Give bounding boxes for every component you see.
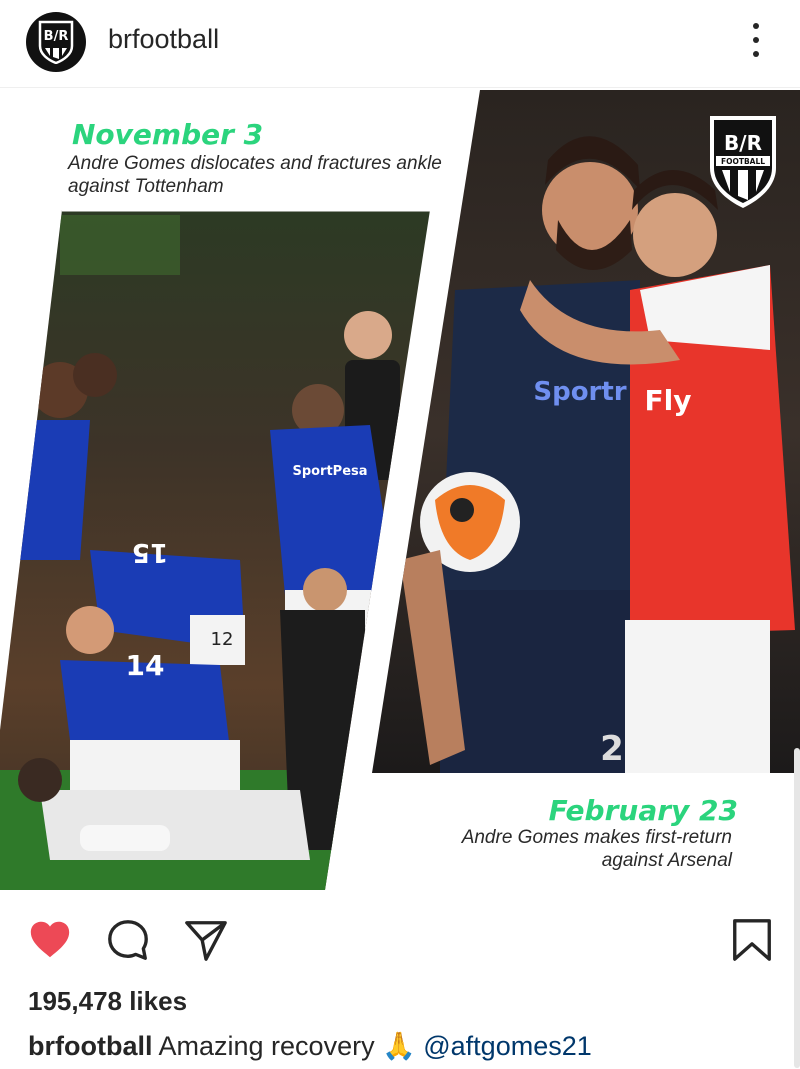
- svg-text:14: 14: [126, 649, 165, 682]
- more-dot: [753, 51, 759, 57]
- svg-text:2: 2: [600, 729, 624, 769]
- svg-text:B/R: B/R: [724, 131, 762, 155]
- post-graphic: SportPesa 15 12 14 Sportr 2 Fly B/R FOOT…: [0, 90, 800, 890]
- right-panel-date: February 23: [548, 794, 738, 827]
- right-panel-caption: Andre Gomes makes first-return against A…: [461, 827, 732, 871]
- svg-text:SportPesa: SportPesa: [292, 464, 367, 479]
- injury-photo: SportPesa 15 12 14: [0, 210, 430, 890]
- post-header: B/R brfootball: [0, 0, 800, 88]
- more-dot: [753, 37, 759, 43]
- caption-username[interactable]: brfootball: [28, 1031, 152, 1061]
- svg-text:15: 15: [132, 537, 168, 567]
- svg-text:FOOTBALL: FOOTBALL: [721, 157, 765, 166]
- br-logo-icon: B/R: [38, 20, 74, 64]
- scroll-indicator[interactable]: [794, 748, 800, 1068]
- caption-mention[interactable]: @aftgomes21: [423, 1031, 592, 1061]
- svg-text:Sportr: Sportr: [533, 377, 626, 407]
- bookmark-icon[interactable]: [728, 916, 776, 964]
- comment-icon[interactable]: [104, 916, 152, 964]
- header-username[interactable]: brfootball: [108, 24, 219, 55]
- post-caption: brfootball Amazing recovery 🙏 @aftgomes2…: [28, 1030, 592, 1062]
- post-actions: [0, 890, 800, 982]
- more-options-icon[interactable]: [745, 20, 767, 60]
- more-dot: [753, 23, 759, 29]
- svg-text:Fly: Fly: [645, 384, 692, 417]
- profile-avatar[interactable]: B/R: [26, 12, 86, 72]
- likes-count[interactable]: 195,478 likes: [28, 986, 187, 1017]
- heart-icon[interactable]: [26, 916, 74, 964]
- post-image[interactable]: SportPesa 15 12 14 Sportr 2 Fly B/R FOOT…: [0, 90, 800, 890]
- left-panel-date: November 3: [72, 118, 264, 151]
- svg-text:12: 12: [211, 629, 234, 650]
- caption-text: Amazing recovery: [158, 1031, 375, 1061]
- svg-text:B/R: B/R: [44, 29, 69, 44]
- left-panel-caption: Andre Gomes dislocates and fractures ank…: [68, 153, 442, 197]
- caption-emoji: 🙏: [382, 1031, 416, 1061]
- share-icon[interactable]: [182, 916, 230, 964]
